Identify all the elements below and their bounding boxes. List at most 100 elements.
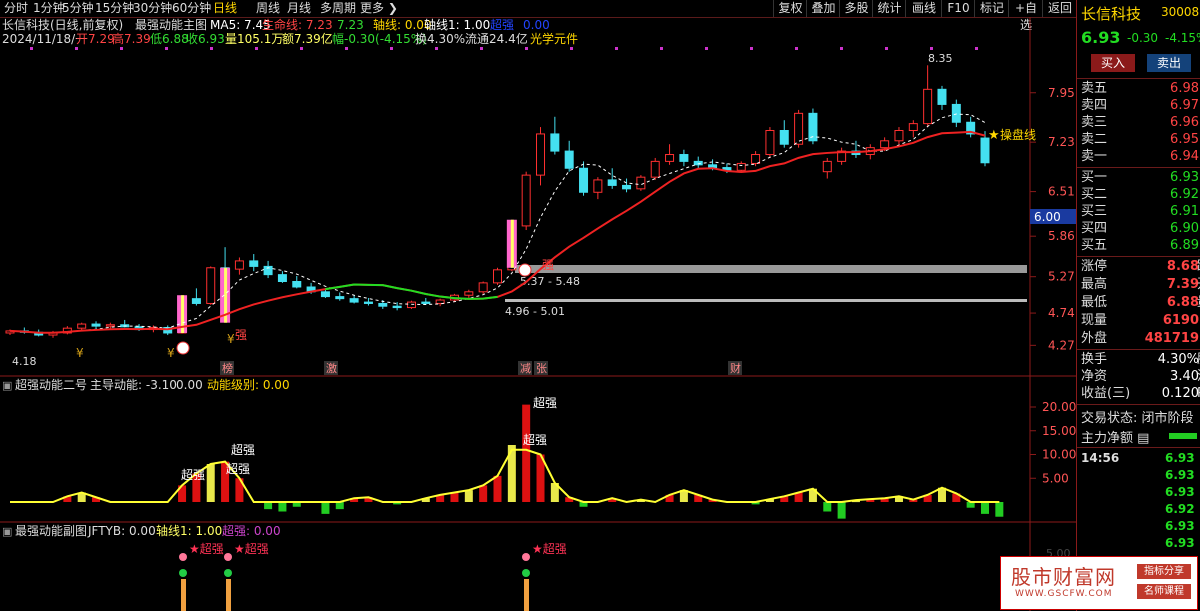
- signal-dot: [75, 47, 78, 50]
- watermark-tag1: 指标分享: [1137, 564, 1191, 579]
- candle-body[interactable]: [349, 298, 359, 303]
- candle-body[interactable]: [937, 88, 947, 105]
- candle-body[interactable]: [77, 323, 87, 329]
- sub2-legend: JFTYB: 0.00: [87, 524, 156, 538]
- candle-body[interactable]: [708, 164, 718, 169]
- info-line1-item: 最强动能主图: [135, 18, 207, 32]
- signal-dot: [300, 47, 303, 50]
- toolbar-button[interactable]: 多股: [839, 0, 873, 17]
- toolbar-button[interactable]: 标记: [974, 0, 1009, 17]
- toolbar-button[interactable]: 叠加: [806, 0, 840, 17]
- period-tab[interactable]: 周线: [256, 0, 280, 17]
- candle-body[interactable]: [951, 103, 961, 123]
- toolbar-button[interactable]: 复权: [773, 0, 807, 17]
- last-price: 6.93: [1081, 28, 1121, 47]
- momentum-line: [10, 448, 1000, 504]
- period-tab[interactable]: 日线: [213, 0, 237, 17]
- momentum-bar: [321, 502, 330, 514]
- candle-body[interactable]: [794, 112, 804, 145]
- toolbar-button[interactable]: F10: [941, 0, 975, 17]
- candle-body[interactable]: [822, 160, 832, 173]
- candle-body[interactable]: [335, 296, 345, 300]
- signal-pillar: [524, 579, 529, 611]
- period-tab[interactable]: 30分钟: [133, 0, 172, 17]
- candle-body[interactable]: [421, 301, 431, 304]
- candle-body[interactable]: [378, 302, 388, 307]
- candle-body[interactable]: [880, 140, 890, 149]
- candle-body[interactable]: [622, 184, 632, 190]
- period-tab[interactable]: 多周期: [320, 0, 356, 17]
- info-line2-item: 幅-0.30(-4.15%): [332, 31, 427, 46]
- toolbar-button[interactable]: +自选: [1008, 0, 1043, 32]
- qiang-label: 强: [235, 328, 247, 342]
- star-icon: ★: [988, 128, 1000, 143]
- candle-body[interactable]: [406, 301, 416, 309]
- candle-body[interactable]: [91, 323, 101, 327]
- candle-body[interactable]: [923, 88, 933, 125]
- toolbar-button[interactable]: 返回: [1042, 0, 1077, 17]
- candle-body[interactable]: [736, 162, 746, 171]
- candle-body[interactable]: [105, 324, 115, 327]
- stat-row: 现量 6190: [1081, 313, 1199, 328]
- toolbar-button[interactable]: 画线: [905, 0, 942, 17]
- signal-dot: [480, 47, 483, 50]
- period-tab[interactable]: 更多 ❯: [360, 0, 398, 17]
- candle-body[interactable]: [521, 174, 531, 227]
- candle-body[interactable]: [249, 260, 259, 267]
- candle-body[interactable]: [493, 269, 502, 284]
- candle-body[interactable]: [650, 160, 660, 178]
- candle-body[interactable]: [234, 260, 244, 270]
- candle-body[interactable]: [765, 130, 775, 156]
- period-tab[interactable]: 5分钟: [62, 0, 94, 17]
- buy-button[interactable]: 买入: [1091, 54, 1135, 72]
- candle-body[interactable]: [206, 267, 216, 304]
- chaoqiang-label: 超强: [523, 432, 547, 447]
- info-line2-item: 换4.30%: [415, 32, 465, 46]
- momentum-bar: [522, 404, 531, 502]
- candle-body[interactable]: [564, 150, 574, 169]
- candle-body[interactable]: [292, 281, 302, 288]
- candle-body[interactable]: [593, 179, 603, 193]
- period-tab[interactable]: 月线: [287, 0, 311, 17]
- candle-body[interactable]: [536, 133, 546, 176]
- period-tab[interactable]: 分时: [4, 0, 28, 17]
- kline-chart[interactable]: 长信科技(日线,前复权) 最强动能主图 MA5: 7.45生命线: 7.23 7.23…: [0, 17, 1076, 611]
- candle-body[interactable]: [779, 130, 789, 145]
- info-line1-item: 轴线: 0.00: [373, 17, 432, 32]
- candle-body[interactable]: [894, 130, 904, 142]
- candle-body[interactable]: [277, 274, 287, 282]
- info-line1-item: 0.00: [523, 18, 550, 32]
- candle-body[interactable]: [320, 291, 330, 298]
- sell-button[interactable]: 卖出: [1147, 54, 1191, 72]
- toolbar-button[interactable]: 统计: [872, 0, 906, 17]
- signal-dot: [525, 47, 528, 50]
- candle-body[interactable]: [191, 298, 201, 304]
- period-tab[interactable]: 60分钟: [172, 0, 211, 17]
- signal-dot: [522, 553, 530, 561]
- momentum-bar: [464, 490, 473, 502]
- candle-body[interactable]: [550, 133, 560, 152]
- price-axis-label: 7.23: [1048, 135, 1075, 149]
- candle-body[interactable]: [751, 154, 761, 164]
- candle-body[interactable]: [607, 179, 617, 186]
- tick-price: 6.93: [1165, 451, 1195, 465]
- qiang-label: 强: [542, 258, 554, 272]
- signal-dot: [30, 47, 33, 50]
- candle-body[interactable]: [679, 154, 689, 162]
- signal-dot: [224, 553, 232, 561]
- stat-row: 最低6.88量: [1081, 295, 1200, 310]
- candle-body[interactable]: [579, 167, 589, 193]
- candle-body[interactable]: [478, 282, 488, 293]
- period-tab[interactable]: 1分钟: [33, 0, 65, 17]
- signal-dot: [975, 47, 978, 50]
- sub1-axis-label: 15.00: [1042, 424, 1076, 438]
- candle-body[interactable]: [464, 291, 474, 296]
- candle-body[interactable]: [392, 305, 402, 309]
- info-line1-item: 生命线: 7.23: [262, 17, 333, 32]
- candle-body[interactable]: [908, 123, 918, 131]
- price-axis-label: 4.74: [1048, 306, 1075, 320]
- period-tab[interactable]: 15分钟: [95, 0, 134, 17]
- bid-row: 买二 6.92: [1081, 187, 1199, 202]
- candle-body[interactable]: [665, 154, 675, 162]
- candle-body[interactable]: [363, 301, 373, 304]
